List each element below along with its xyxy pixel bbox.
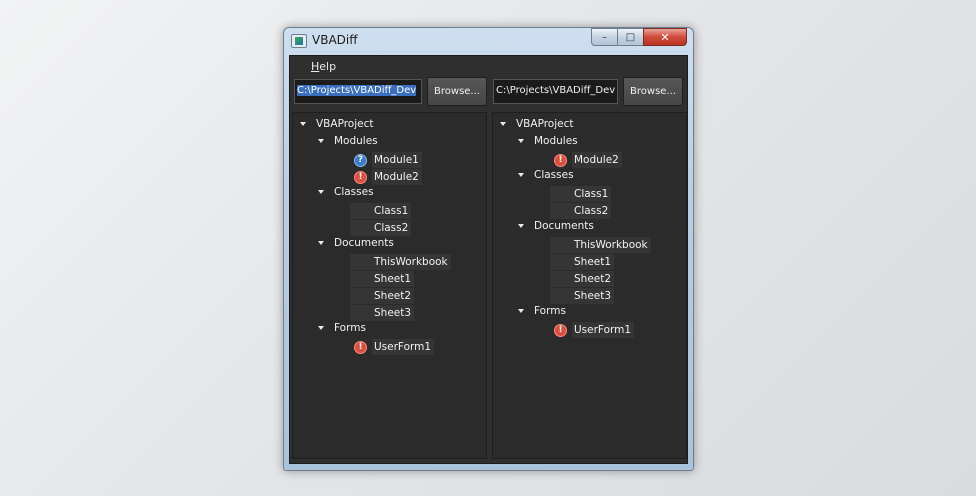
tree-leaf-class[interactable]: Class1 — [350, 203, 412, 219]
right-tree-panel[interactable]: VBAProject Modules ! Module2 Classes Clas… — [492, 112, 687, 459]
warning-icon: ! — [354, 340, 367, 354]
tree-node-forms[interactable]: Forms — [518, 305, 566, 322]
left-browse-label: Browse... — [434, 86, 480, 97]
expand-arrow-icon[interactable] — [318, 241, 324, 245]
tree-leaf-document[interactable]: Sheet2 — [550, 271, 615, 287]
right-browse-button[interactable]: Browse... — [623, 77, 683, 106]
left-path-value: C:\Projects\VBADiff_Dev — [297, 85, 417, 96]
expand-arrow-icon[interactable] — [318, 326, 324, 330]
warning-icon: ! — [354, 170, 367, 184]
window-title: VBADiff — [312, 33, 358, 47]
client-area: Help C:\Projects\VBADiff_Dev Browse... C… — [289, 55, 688, 464]
tree-leaf-document[interactable]: Sheet3 — [350, 305, 415, 321]
left-tree: VBAProject Modules ? Module1 ! Module2 Cla… — [293, 113, 486, 458]
app-icon — [291, 34, 307, 48]
tree-leaf-document[interactable]: ThisWorkbook — [350, 254, 451, 270]
right-path-value: C:\Projects\VBADiff_Dev — [496, 85, 616, 96]
expand-arrow-icon[interactable] — [518, 173, 524, 177]
tree-node-classes[interactable]: Classes — [518, 169, 574, 186]
close-button[interactable]: ✕ — [643, 28, 687, 46]
tree-leaf-form[interactable]: ! UserForm1 — [350, 339, 435, 355]
expand-arrow-icon[interactable] — [500, 122, 506, 126]
expand-arrow-icon[interactable] — [518, 139, 524, 143]
minimize-icon: – — [602, 31, 607, 43]
tree-leaf-class[interactable]: Class2 — [350, 220, 412, 236]
caption-buttons: – □ ✕ — [591, 28, 687, 46]
left-tree-panel[interactable]: VBAProject Modules ? Module1 ! Module2 Cla… — [292, 112, 487, 459]
maximize-button[interactable]: □ — [617, 28, 643, 46]
vbadiff-window: VBADiff – □ ✕ Help C:\Projects\VBADiff_D… — [283, 27, 694, 471]
tree-leaf-document[interactable]: Sheet1 — [350, 271, 415, 287]
tree-node-classes[interactable]: Classes — [318, 186, 374, 203]
right-tree: VBAProject Modules ! Module2 Classes Clas… — [493, 113, 686, 458]
maximize-icon: □ — [625, 31, 636, 43]
tree-leaf-class[interactable]: Class1 — [550, 186, 612, 202]
tree-leaf-document[interactable]: Sheet1 — [550, 254, 615, 270]
expand-arrow-icon[interactable] — [300, 122, 306, 126]
tree-node-root[interactable]: VBAProject — [500, 118, 574, 135]
menu-help-label: elp — [319, 60, 337, 73]
tree-node-documents[interactable]: Documents — [318, 237, 394, 254]
tree-leaf-document[interactable]: Sheet3 — [550, 288, 615, 304]
right-path-input[interactable]: C:\Projects\VBADiff_Dev — [493, 79, 618, 104]
expand-arrow-icon[interactable] — [318, 139, 324, 143]
right-browse-label: Browse... — [630, 86, 676, 97]
tree-node-documents[interactable]: Documents — [518, 220, 594, 237]
tree-node-root[interactable]: VBAProject — [300, 118, 374, 135]
question-icon: ? — [354, 153, 367, 167]
expand-arrow-icon[interactable] — [518, 224, 524, 228]
left-browse-button[interactable]: Browse... — [427, 77, 487, 106]
tree-node-modules[interactable]: Modules — [318, 135, 378, 152]
left-path-input[interactable]: C:\Projects\VBADiff_Dev — [294, 79, 422, 104]
expand-arrow-icon[interactable] — [318, 190, 324, 194]
title-bar[interactable]: VBADiff – □ ✕ — [284, 28, 693, 54]
tree-leaf-document[interactable]: ThisWorkbook — [550, 237, 651, 253]
warning-icon: ! — [554, 323, 567, 337]
tree-node-forms[interactable]: Forms — [318, 322, 366, 339]
tree-leaf-module[interactable]: ! Module2 — [550, 152, 622, 168]
expand-arrow-icon[interactable] — [518, 309, 524, 313]
tree-leaf-document[interactable]: Sheet2 — [350, 288, 415, 304]
menu-help[interactable]: Help — [311, 60, 336, 73]
tree-leaf-module[interactable]: ? Module1 — [350, 152, 422, 168]
menu-bar: Help — [290, 56, 687, 78]
warning-icon: ! — [554, 153, 567, 167]
minimize-button[interactable]: – — [591, 28, 617, 46]
tree-node-modules[interactable]: Modules — [518, 135, 578, 152]
close-icon: ✕ — [660, 30, 670, 44]
tree-leaf-class[interactable]: Class2 — [550, 203, 612, 219]
tree-leaf-form[interactable]: ! UserForm1 — [550, 322, 635, 338]
tree-leaf-module[interactable]: ! Module2 — [350, 169, 422, 185]
